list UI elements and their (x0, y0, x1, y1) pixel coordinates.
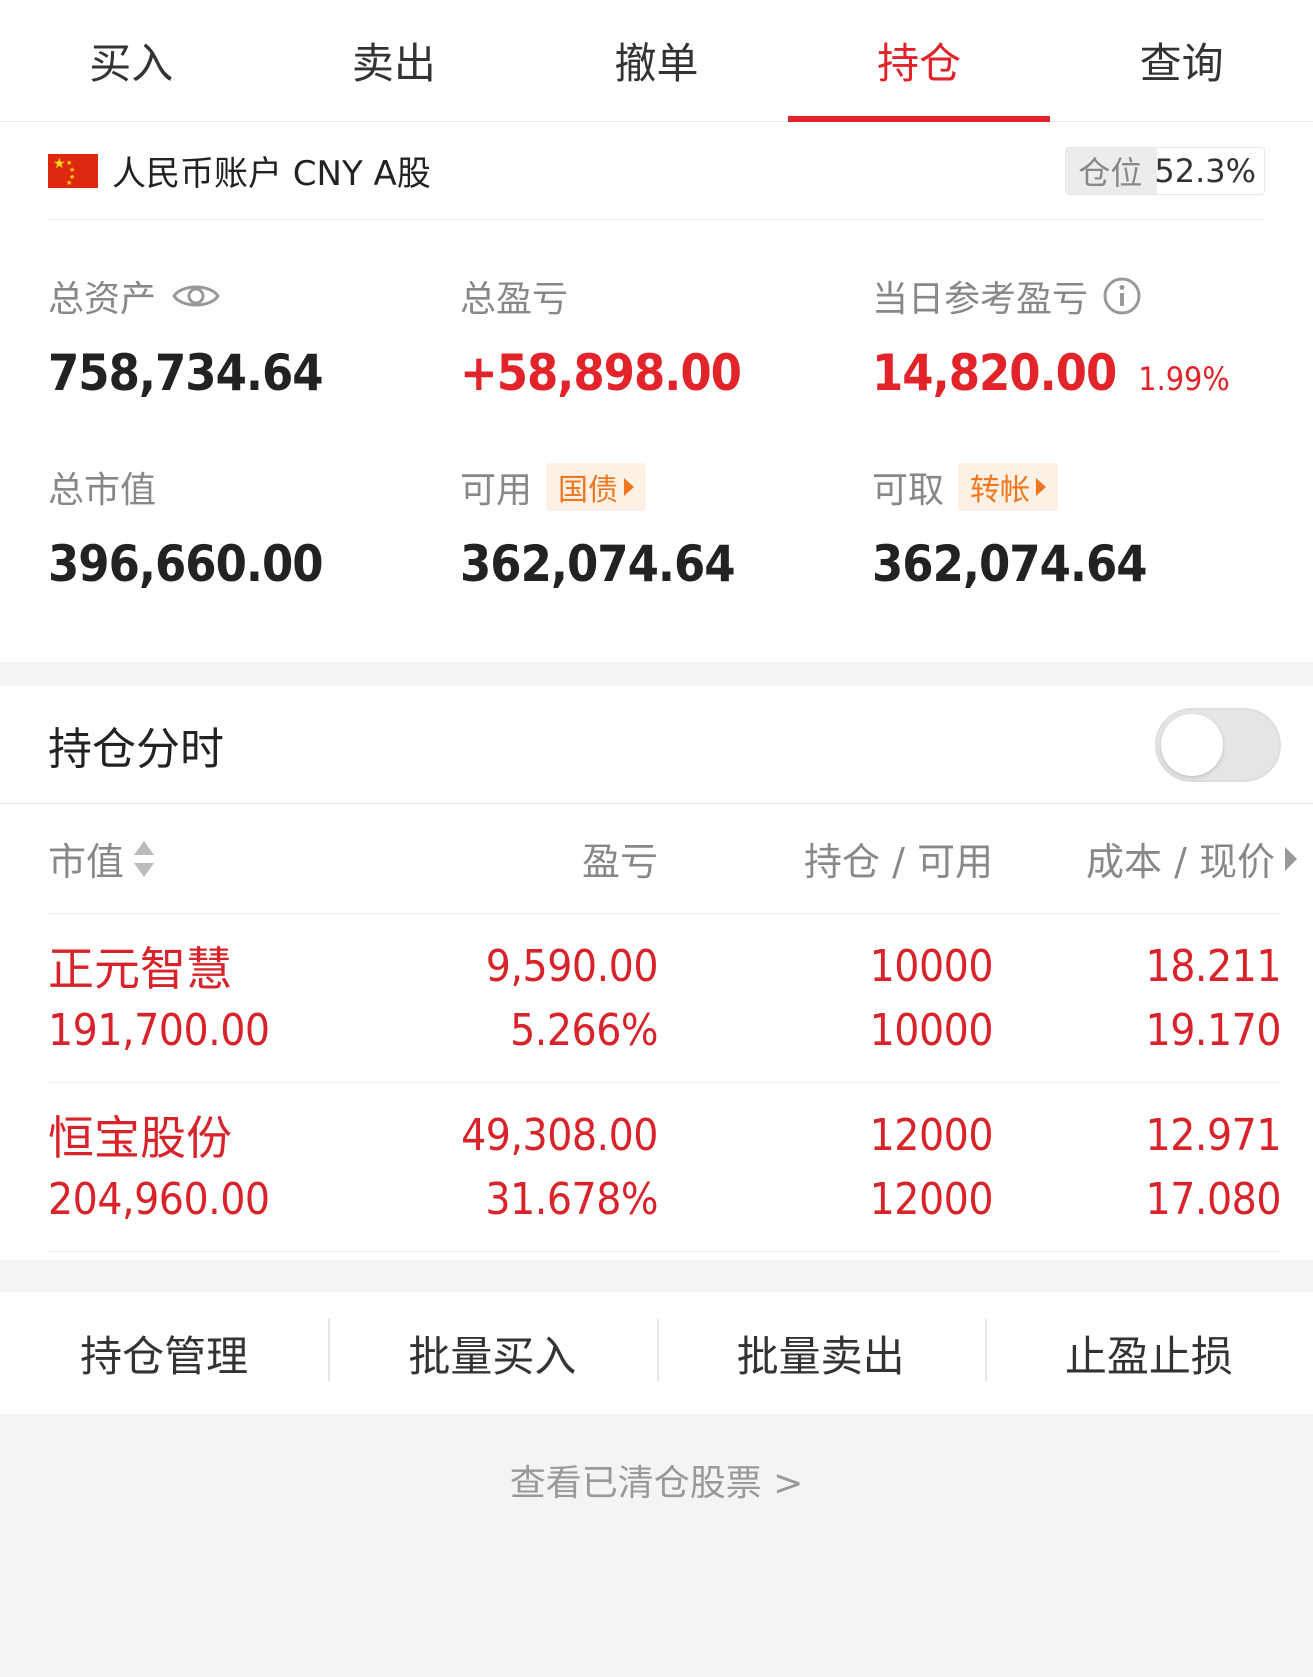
play-arrow-icon (624, 478, 635, 496)
stock-available: 12000 (869, 1173, 994, 1225)
withdrawable-value: 362,074.64 (872, 535, 1148, 593)
view-cleared-stocks-link[interactable]: 查看已清仓股票 > (0, 1454, 1313, 1506)
daily-pnl-label: 当日参考盈亏 (872, 279, 1089, 320)
holding-timeshare-row: 持仓分时 (0, 686, 1313, 804)
stock-pnl: 9,590.00 (485, 940, 659, 992)
total-assets-value: 758,734.64 (48, 344, 324, 402)
available-label: 可用 (460, 470, 533, 511)
stock-position: 10000 (869, 940, 994, 992)
total-pnl-value: +58,898.00 (460, 344, 742, 402)
stock-name: 正元智慧 (48, 942, 232, 996)
holding-timeshare-title: 持仓分时 (48, 723, 224, 775)
stock-position: 12000 (869, 1109, 994, 1161)
available-value: 362,074.64 (460, 535, 736, 593)
stat-market-value: 总市值 396,660.00 (48, 425, 460, 630)
stock-market-value: 204,960.00 (48, 1173, 270, 1225)
header-pnl: 盈亏 (581, 840, 658, 884)
transfer-button[interactable]: 转帐 (958, 463, 1059, 511)
account-stats: 总资产 758,734.64 总盈亏 +58,898.00 当日参考盈亏 14,… (48, 220, 1265, 630)
batch-buy-button[interactable]: 批量买入 (328, 1318, 656, 1384)
chevron-right-icon (1285, 846, 1297, 871)
position-value: 52.3% (1150, 147, 1264, 194)
stat-available: 可用 国债 362,074.64 (460, 425, 872, 630)
tab-holdings[interactable]: 持仓 (787, 0, 1051, 122)
stat-withdrawable: 可取 转帐 362,074.64 (872, 425, 1265, 630)
account-summary: ★ ★ ★ ★ ★ 人民币账户 CNY A股 仓位 52.3% 总资产 758,… (0, 122, 1313, 662)
holding-timeshare-toggle[interactable] (1155, 707, 1281, 782)
china-flag-icon: ★ ★ ★ ★ ★ (48, 153, 98, 188)
play-arrow-icon (1036, 478, 1047, 496)
treasury-bond-label: 国债 (558, 473, 619, 508)
stat-daily-pnl: 当日参考盈亏 14,820.00 1.99% (872, 220, 1265, 425)
toggle-knob (1161, 713, 1223, 776)
table-header: 市值 盈亏 持仓 / 可用 成本 / 现价 (48, 804, 1297, 914)
tab-sell[interactable]: 卖出 (263, 0, 526, 121)
transfer-label: 转帐 (970, 473, 1031, 508)
header-position-available: 持仓 / 可用 (804, 840, 993, 884)
holdings-table: 市值 盈亏 持仓 / 可用 成本 / 现价 正元智慧 9,590.00 1000… (0, 804, 1313, 1260)
stock-cost: 12.971 (1145, 1109, 1282, 1161)
total-pnl-label: 总盈亏 (460, 279, 569, 320)
stock-available: 10000 (869, 1004, 994, 1056)
tab-query[interactable]: 查询 (1050, 0, 1313, 121)
table-row[interactable]: 恒宝股份 49,308.00 12000 12.971 204,960.00 3… (48, 1083, 1282, 1252)
trade-tabs: 买入 卖出 撤单 持仓 查询 (0, 0, 1313, 122)
market-value-value: 396,660.00 (48, 535, 324, 593)
holding-actions: 持仓管理 批量买入 批量卖出 止盈止损 (0, 1292, 1313, 1414)
header-cost-price[interactable]: 成本 / 现价 (993, 831, 1297, 886)
position-label: 仓位 (1066, 147, 1151, 194)
stat-total-assets: 总资产 758,734.64 (48, 220, 460, 425)
stock-pnl-percent: 5.266% (510, 1004, 658, 1056)
account-header: ★ ★ ★ ★ ★ 人民币账户 CNY A股 仓位 52.3% (48, 122, 1265, 220)
stock-market-value: 191,700.00 (48, 1004, 270, 1056)
stock-price: 17.080 (1145, 1173, 1282, 1225)
table-row[interactable]: 正元智慧 9,590.00 10000 18.211 191,700.00 5.… (48, 914, 1282, 1083)
take-profit-stop-loss-button[interactable]: 止盈止损 (984, 1318, 1313, 1384)
withdrawable-label: 可取 (872, 470, 945, 511)
stock-pnl: 49,308.00 (461, 1109, 658, 1161)
stock-name: 恒宝股份 (48, 1111, 232, 1165)
daily-pnl-value: 14,820.00 (872, 344, 1117, 402)
stock-price: 19.170 (1145, 1004, 1282, 1056)
treasury-bond-button[interactable]: 国债 (546, 463, 647, 511)
market-value-label: 总市值 (48, 470, 157, 511)
sort-icon (134, 840, 155, 877)
position-ratio-badge: 仓位 52.3% (1065, 146, 1265, 195)
header-market-value[interactable]: 市值 (48, 831, 378, 886)
page: 买入 卖出 撤单 持仓 查询 ★ ★ ★ ★ ★ 人民币账户 CNY A股 仓位… (0, 0, 1313, 1677)
tab-buy[interactable]: 买入 (0, 0, 263, 121)
stock-pnl-percent: 31.678% (485, 1173, 658, 1225)
eye-icon[interactable] (172, 280, 220, 312)
batch-sell-button[interactable]: 批量卖出 (656, 1318, 985, 1384)
holding-management-button[interactable]: 持仓管理 (0, 1323, 328, 1384)
daily-pnl-percent: 1.99% (1138, 360, 1230, 398)
account-name: 人民币账户 CNY A股 (112, 154, 431, 194)
stock-cost: 18.211 (1145, 940, 1282, 992)
info-icon[interactable] (1102, 276, 1142, 316)
tab-cancel-order[interactable]: 撤单 (525, 0, 788, 121)
total-assets-label: 总资产 (48, 279, 157, 320)
stat-total-pnl: 总盈亏 +58,898.00 (460, 220, 872, 425)
